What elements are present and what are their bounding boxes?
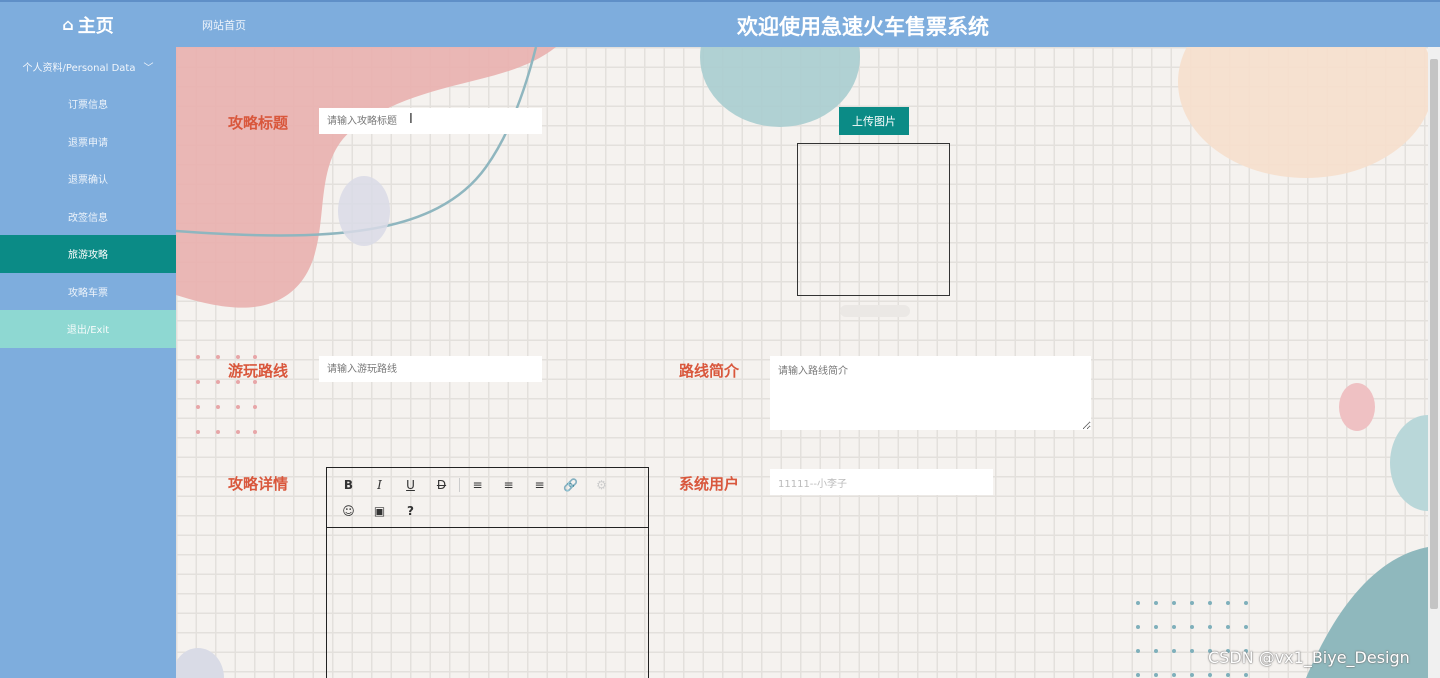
help-icon[interactable]: ?	[395, 504, 426, 518]
title-input[interactable]	[319, 108, 542, 134]
site-title: 欢迎使用急速火车售票系统	[737, 15, 989, 39]
intro-textarea[interactable]	[770, 356, 1091, 430]
sidebar-group-label: 个人资料/Personal Data	[22, 62, 136, 74]
nav-site-home-link[interactable]: 网站首页	[202, 17, 246, 33]
scrollbar-thumb[interactable]	[1430, 59, 1438, 609]
intro-label: 路线简介	[679, 362, 740, 380]
top-header: ⌂ 主页 网站首页 欢迎使用急速火车售票系统	[0, 0, 1440, 47]
bold-icon[interactable]: B	[333, 478, 364, 492]
sidebar: 个人资料/Personal Data ﹀ 订票信息 退票申请 退票确认 改签信息…	[0, 47, 176, 678]
strikethrough-icon[interactable]: D	[426, 478, 457, 492]
title-label: 攻略标题	[228, 114, 289, 132]
brand-label: 主页	[77, 15, 114, 37]
underline-icon[interactable]: U	[395, 478, 426, 492]
link-icon[interactable]: 🔗	[555, 478, 586, 492]
sidebar-item-booking-info[interactable]: 订票信息	[0, 85, 176, 123]
route-label: 游玩路线	[228, 362, 289, 380]
brand-home-link[interactable]: ⌂ 主页	[0, 2, 176, 47]
italic-icon[interactable]: I	[364, 478, 395, 492]
sidebar-item-refund-confirm[interactable]: 退票确认	[0, 160, 176, 198]
route-input[interactable]	[319, 356, 542, 382]
details-label: 攻略详情	[228, 475, 289, 493]
toolbar-divider	[459, 478, 460, 492]
system-user-label: 系统用户	[679, 475, 740, 493]
editor-toolbar: B I U D ≡ ≡ ≡ 🔗 ⚙ ☺ ▣ ?	[327, 468, 648, 528]
image-preview-box[interactable]	[797, 143, 950, 296]
page-scrollbar[interactable]	[1428, 47, 1440, 678]
main-content: 攻略标题 I 上传图片 游玩路线 路线简介 攻略详情 B I U D ≡ ≡ ≡…	[176, 47, 1428, 678]
chevron-down-icon: ﹀	[143, 62, 154, 74]
upload-image-button[interactable]: 上传图片	[839, 107, 909, 135]
system-user-field[interactable]	[770, 469, 993, 495]
editor-content-area[interactable]	[327, 528, 648, 678]
image-icon[interactable]: ▣	[364, 504, 395, 518]
text-cursor-icon: I	[409, 112, 413, 127]
align-right-icon[interactable]: ≡	[524, 478, 555, 492]
sidebar-group-personal-data[interactable]: 个人资料/Personal Data ﹀	[0, 47, 176, 85]
align-left-icon[interactable]: ≡	[462, 478, 493, 492]
sidebar-item-change-info[interactable]: 改签信息	[0, 198, 176, 236]
sidebar-item-guide-tickets[interactable]: 攻略车票	[0, 273, 176, 311]
watermark-text: CSDN @vx1_Biye_Design	[1208, 648, 1410, 667]
emoji-icon[interactable]: ☺	[333, 504, 364, 518]
image-preview-caption	[840, 305, 910, 317]
sidebar-item-refund-request[interactable]: 退票申请	[0, 123, 176, 161]
unlink-icon[interactable]: ⚙	[586, 478, 617, 492]
home-icon: ⌂	[62, 15, 74, 34]
rich-text-editor: B I U D ≡ ≡ ≡ 🔗 ⚙ ☺ ▣ ?	[326, 467, 649, 678]
align-center-icon[interactable]: ≡	[493, 478, 524, 492]
sidebar-item-exit[interactable]: 退出/Exit	[0, 310, 176, 348]
sidebar-item-travel-guide[interactable]: 旅游攻略	[0, 235, 176, 273]
